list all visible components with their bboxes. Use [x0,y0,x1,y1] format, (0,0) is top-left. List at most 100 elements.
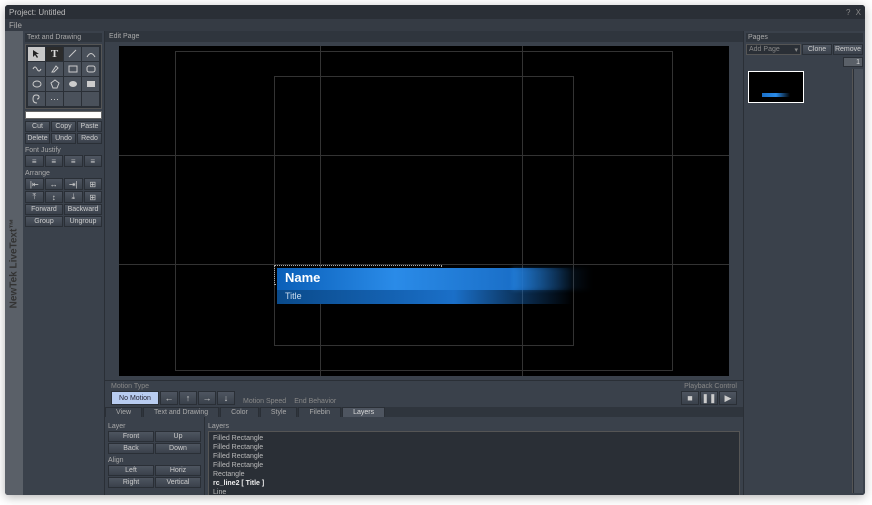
layers-title: Layers [208,423,740,430]
lt-title[interactable]: Title [285,291,302,301]
front-button[interactable]: Front [108,431,154,442]
layer-item[interactable]: Filled Rectangle [211,452,737,461]
more-tool[interactable]: ⋯ [46,92,63,106]
arrange-icon-5[interactable]: ⤒ [25,191,44,203]
blank-tool-1[interactable] [64,92,81,106]
filled-rect-tool[interactable] [82,77,99,91]
undo-button[interactable]: Undo [51,133,76,144]
back-button[interactable]: Back [108,443,154,454]
title-bar: Project: Untitled ? X [5,5,865,19]
lower-third[interactable]: Name Title [277,268,572,304]
no-motion-button[interactable]: No Motion [111,391,159,405]
color-bar[interactable] [25,111,102,119]
redo-button[interactable]: Redo [77,133,102,144]
arrow-right-icon[interactable]: → [198,391,216,405]
playback-label: Playback Control [684,383,737,390]
right-button[interactable]: Right [108,477,154,488]
scrollbar[interactable] [853,69,863,493]
blank-tool-2[interactable] [82,92,99,106]
arrange-icon-1[interactable]: |⇤ [25,178,44,190]
arrow-left-icon[interactable]: ← [160,391,178,405]
layer-item[interactable]: Line [211,488,737,495]
tab-view[interactable]: View [105,407,142,417]
tab-color[interactable]: Color [220,407,259,417]
paste-button[interactable]: Paste [77,121,102,132]
horiz-button[interactable]: Horiz [155,465,201,476]
down-button[interactable]: Down [155,443,201,454]
page-thumb-1[interactable] [748,71,804,103]
tab-layers[interactable]: Layers [342,407,385,417]
up-button[interactable]: Up [155,431,201,442]
safe-inner [274,76,574,346]
tab-style[interactable]: Style [260,407,298,417]
group-button[interactable]: Group [25,216,63,227]
roundrect-tool[interactable] [82,62,99,76]
layer-item[interactable]: Filled Rectangle [211,443,737,452]
right-panel: Pages Add Page▾ Clone Remove 1 [743,31,865,495]
page-thumbnails [746,69,853,493]
brand-sidebar: NewTek LiveText™ [5,31,23,495]
tab-filebin[interactable]: Filebin [298,407,341,417]
help-icon[interactable]: ? [846,8,850,17]
stop-icon[interactable]: ■ [681,391,699,405]
arrange-icon-4[interactable]: ⊞ [84,178,103,190]
delete-button[interactable]: Delete [25,133,50,144]
arrange-icon-7[interactable]: ⤓ [64,191,83,203]
align-left-icon[interactable]: ≡ [25,155,44,167]
left-panel-title: Text and Drawing [25,33,102,42]
window-title: Project: Untitled [9,8,65,17]
page-number[interactable]: 1 [843,57,863,67]
ungroup-button[interactable]: Ungroup [64,216,102,227]
layer-item[interactable]: Rectangle [211,470,737,479]
arc-tool[interactable] [82,47,99,61]
cut-button[interactable]: Cut [25,121,50,132]
motion-speed-label: Motion Speed [243,398,286,405]
tool-grid: T ⋯ [25,44,102,109]
ellipse-tool[interactable] [28,77,45,91]
layer-list[interactable]: Filled Rectangle Filled Rectangle Filled… [208,431,740,495]
layer-title: Layer [108,423,201,430]
pen-tool[interactable] [46,62,63,76]
layer-item[interactable]: rc_line2 [ Title ] [211,479,737,488]
vertical-button[interactable]: Vertical [155,477,201,488]
curve-tool[interactable] [28,62,45,76]
align-justify-icon[interactable]: ≡ [84,155,103,167]
lt-name[interactable]: Name [285,270,320,285]
font-justify-label: Font Justify [25,147,102,154]
menu-bar: File [5,19,865,31]
canvas[interactable]: Name Title [119,46,729,376]
pages-title: Pages [746,33,863,42]
pause-icon[interactable]: ❚❚ [700,391,718,405]
filled-ellipse-tool[interactable] [64,77,81,91]
arrow-tool[interactable] [28,47,45,61]
remove-button[interactable]: Remove [833,44,863,55]
left-panel: Text and Drawing T ⋯ C [23,31,105,495]
text-tool[interactable]: T [46,47,63,61]
arrow-up-icon[interactable]: ↑ [179,391,197,405]
motion-bar: Motion Type No Motion ← ↑ → ↓ Motion Spe… [105,380,743,407]
backward-button[interactable]: Backward [64,204,102,215]
copy-button[interactable]: Copy [51,121,76,132]
rect-tool[interactable] [64,62,81,76]
align-right-icon[interactable]: ≡ [64,155,83,167]
tab-text-drawing[interactable]: Text and Drawing [143,407,219,417]
left-button[interactable]: Left [108,465,154,476]
poly-tool[interactable] [46,77,63,91]
spiral-tool[interactable] [28,92,45,106]
menu-file[interactable]: File [9,21,22,30]
clone-button[interactable]: Clone [802,44,832,55]
close-icon[interactable]: X [856,8,861,17]
line-tool[interactable] [64,47,81,61]
arrow-down-icon[interactable]: ↓ [217,391,235,405]
forward-button[interactable]: Forward [25,204,63,215]
arrange-icon-8[interactable]: ⊞ [84,191,103,203]
play-icon[interactable]: ▶ [719,391,737,405]
arrange-icon-6[interactable]: ↕ [45,191,64,203]
motion-type-label: Motion Type [111,383,235,390]
add-page-dropdown[interactable]: Add Page▾ [746,44,801,55]
align-center-icon[interactable]: ≡ [45,155,64,167]
arrange-icon-3[interactable]: ⇥| [64,178,83,190]
layer-item[interactable]: Filled Rectangle [211,434,737,443]
layer-item[interactable]: Filled Rectangle [211,461,737,470]
arrange-icon-2[interactable]: ↔ [45,178,64,190]
